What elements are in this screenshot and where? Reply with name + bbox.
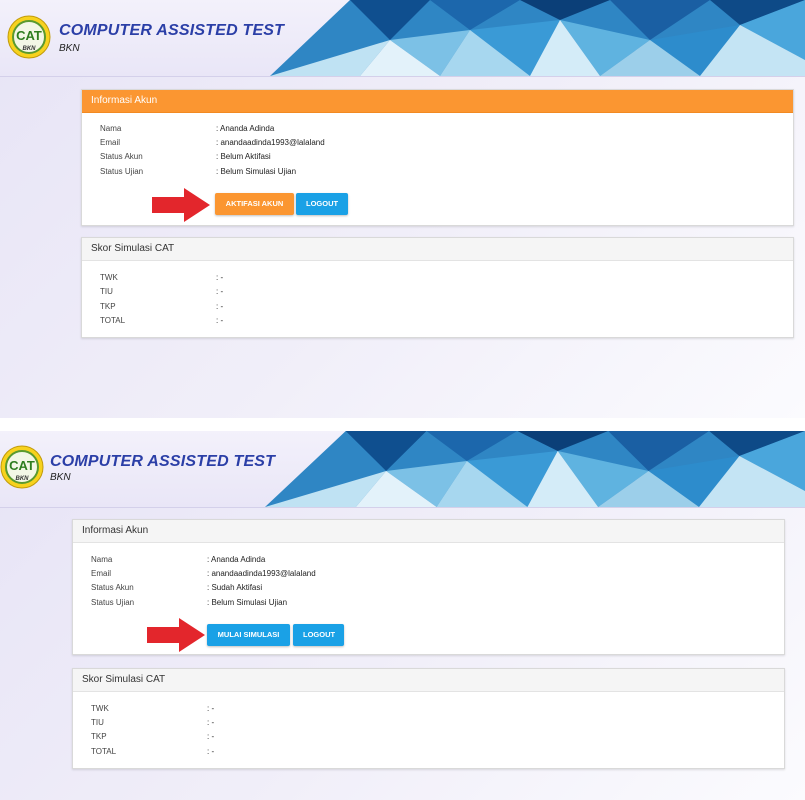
app-subtitle: BKN bbox=[59, 43, 80, 54]
svg-text:BKN: BKN bbox=[23, 46, 37, 52]
row-value: : - bbox=[216, 302, 224, 311]
row-label: TKP bbox=[91, 732, 107, 741]
account-info-title: Informasi Akun bbox=[73, 520, 784, 543]
header-banner-graphic bbox=[265, 431, 805, 507]
cat-score-panel: Skor Simulasi CAT TWK : - TIU : - TKP : … bbox=[72, 668, 785, 769]
svg-text:CAT: CAT bbox=[16, 28, 42, 43]
row-value: : Ananda Adinda bbox=[207, 555, 266, 564]
svg-text:CAT: CAT bbox=[9, 458, 35, 473]
row-value: : - bbox=[216, 316, 224, 325]
app-header: CAT BKN COMPUTER ASSISTED TEST BKN bbox=[0, 0, 805, 77]
row-value: : - bbox=[216, 273, 224, 282]
row-label: TWK bbox=[91, 704, 109, 713]
app-title: COMPUTER ASSISTED TEST bbox=[59, 22, 285, 39]
row-label: Status Ujian bbox=[100, 167, 144, 176]
row-value: : anandaadinda1993@lalaland bbox=[207, 569, 316, 578]
row-value: : Ananda Adinda bbox=[216, 124, 275, 133]
logout-button[interactable]: LOGOUT bbox=[293, 624, 344, 646]
cat-score-panel: Skor Simulasi CAT TWK : - TIU : - TKP : … bbox=[81, 237, 794, 338]
app-subtitle: BKN bbox=[50, 472, 71, 483]
row-value: : - bbox=[207, 732, 215, 741]
account-info-panel: Informasi Akun Nama : Ananda Adinda Emai… bbox=[72, 519, 785, 655]
screenshot-after-activation: CAT BKN COMPUTER ASSISTED TEST BKN Infor… bbox=[0, 431, 805, 800]
row-label: Email bbox=[100, 138, 121, 147]
row-label: Status Akun bbox=[91, 583, 134, 592]
svg-text:BKN: BKN bbox=[16, 476, 30, 482]
start-simulation-button[interactable]: MULAI SIMULASI bbox=[207, 624, 290, 646]
row-value: : - bbox=[207, 704, 215, 713]
red-arrow-pointer-icon bbox=[152, 188, 210, 222]
row-value: : - bbox=[207, 747, 215, 756]
header-banner-graphic bbox=[270, 0, 805, 76]
account-info-panel: Informasi Akun Nama : Ananda Adinda Emai… bbox=[81, 89, 794, 226]
row-label: TKP bbox=[100, 302, 116, 311]
row-label: Email bbox=[91, 569, 112, 578]
row-value: : Belum Simulasi Ujian bbox=[207, 598, 288, 607]
row-value: : - bbox=[216, 287, 224, 296]
activate-account-button[interactable]: AKTIFASI AKUN bbox=[215, 193, 294, 215]
row-value: : - bbox=[207, 718, 215, 727]
score-panel-title: Skor Simulasi CAT bbox=[82, 238, 793, 261]
row-label: TOTAL bbox=[91, 747, 117, 756]
row-value: : Sudah Aktifasi bbox=[207, 583, 263, 592]
row-label: Status Ujian bbox=[91, 598, 135, 607]
row-label: TIU bbox=[91, 718, 104, 727]
score-panel-title: Skor Simulasi CAT bbox=[73, 669, 784, 692]
row-label: Nama bbox=[91, 555, 113, 564]
row-label: TWK bbox=[100, 273, 118, 282]
row-value: : anandaadinda1993@lalaland bbox=[216, 138, 325, 147]
row-label: Nama bbox=[100, 124, 122, 133]
app-title: COMPUTER ASSISTED TEST bbox=[50, 453, 276, 470]
screenshot-before-activation: CAT BKN COMPUTER ASSISTED TEST BKN Infor… bbox=[0, 0, 805, 418]
account-info-title: Informasi Akun bbox=[82, 90, 793, 113]
row-label: Status Akun bbox=[100, 152, 143, 161]
row-label: TOTAL bbox=[100, 316, 126, 325]
row-value: : Belum Aktifasi bbox=[216, 152, 271, 161]
cat-bkn-logo: CAT BKN bbox=[7, 15, 51, 59]
app-header: CAT BKN COMPUTER ASSISTED TEST BKN bbox=[0, 431, 805, 508]
logout-button[interactable]: LOGOUT bbox=[296, 193, 348, 215]
row-label: TIU bbox=[100, 287, 113, 296]
row-value: : Belum Simulasi Ujian bbox=[216, 167, 297, 176]
red-arrow-pointer-icon bbox=[147, 618, 205, 652]
cat-bkn-logo: CAT BKN bbox=[0, 445, 44, 489]
